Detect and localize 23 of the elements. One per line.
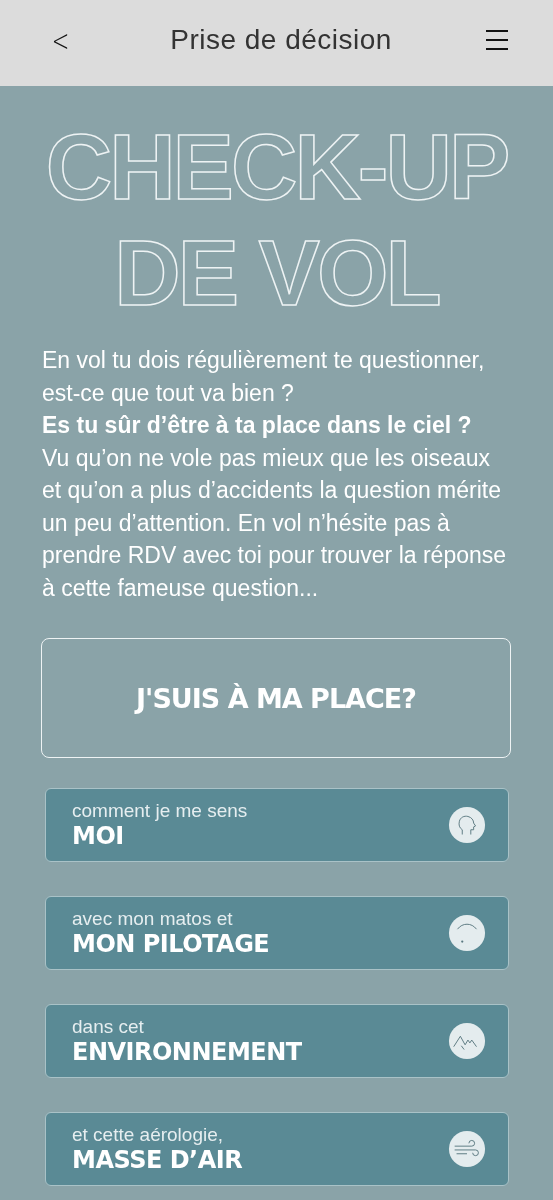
category-card[interactable]: et cette aérologie, MASSE D’AIR [45, 1112, 509, 1186]
outlined-heading: DE VOL [114, 221, 439, 326]
card-subtitle: avec mon matos et [72, 908, 234, 930]
card-subtitle: comment je me sens [72, 800, 248, 822]
outlined-heading: CHECK-UP [45, 115, 508, 220]
card-subtitle: et cette aérologie, [72, 1124, 225, 1146]
mountain-icon [448, 1022, 486, 1060]
menu-icon[interactable] [485, 29, 509, 51]
category-card[interactable]: avec mon matos et MON PILOTAGE [45, 896, 509, 970]
main-button[interactable]: J'SUIS À MA PLACE? [41, 638, 511, 758]
intro-paragraph: En vol tu dois régulièrement te questionner, est-ce que tout va bien ? Es tu sûr d’être à ta place dans le ciel ? Vu qu’on ne vole pas mieux que les oiseaux et qu’on a plus d’accidents la question mérite un peu d’attention. En vol n’hésite pas à prendre RDV avec toi pour trouver la réponse à cette fameuse question... [42, 346, 508, 603]
card-title: MASSE D’AIR [72, 1146, 243, 1174]
wind-icon [448, 1130, 486, 1168]
card-title: MOI [72, 822, 125, 850]
category-card[interactable]: dans cet ENVIRONNEMENT [45, 1004, 509, 1078]
head-icon [448, 806, 486, 844]
back-button[interactable]: < [48, 22, 73, 58]
card-subtitle: dans cet [72, 1016, 145, 1038]
page-title: Prise de décision [170, 24, 392, 56]
card-title: MON PILOTAGE [72, 930, 270, 958]
card-title: ENVIRONNEMENT [72, 1038, 302, 1066]
category-card[interactable]: comment je me sens MOI [45, 788, 509, 862]
glider-icon [448, 914, 486, 952]
